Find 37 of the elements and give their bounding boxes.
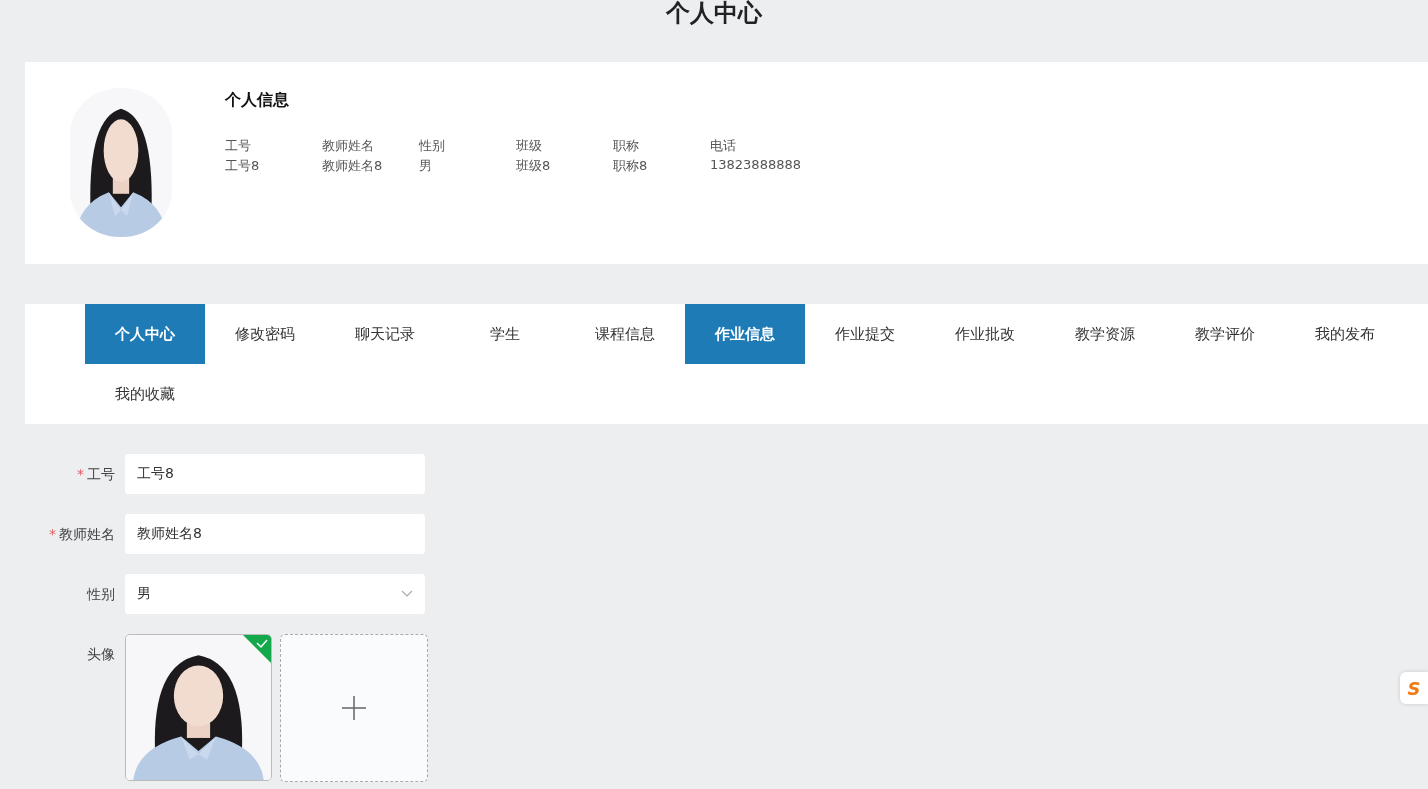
check-icon — [243, 635, 271, 663]
chevron-down-icon — [401, 590, 413, 598]
plus-icon — [342, 696, 366, 720]
form-label: 头像 — [86, 645, 115, 664]
section-heading: 个人信息 — [225, 90, 290, 111]
nav-tab[interactable]: 学生 — [445, 304, 565, 364]
nav-tab[interactable]: 作业提交 — [805, 304, 925, 364]
nav-tab[interactable]: 作业信息 — [685, 304, 805, 364]
nav-tab[interactable]: 个人中心 — [85, 304, 205, 364]
upload-button[interactable] — [280, 634, 428, 782]
nav-tab[interactable]: 课程信息 — [565, 304, 685, 364]
form-label: 性别 — [85, 585, 115, 604]
nav-tab[interactable]: 我的收藏 — [85, 364, 205, 424]
field-label: 职称 — [613, 137, 640, 155]
nav-tab[interactable]: 教学评价 — [1165, 304, 1285, 364]
page-title: 个人中心 — [666, 0, 762, 26]
form-label: * 工号 — [76, 465, 115, 484]
field-label: 电话 — [710, 137, 737, 155]
text-field[interactable]: 教师姓名8 — [125, 514, 425, 554]
field-label: 工号 — [225, 137, 252, 155]
field-value: 13823888888 — [710, 157, 802, 172]
field-label: 性别 — [419, 137, 446, 155]
select-field[interactable]: 男 — [125, 574, 425, 614]
text-field[interactable]: 工号8 — [125, 454, 425, 494]
nav-tab[interactable]: 我的发布 — [1285, 304, 1405, 364]
field-value: 男 — [419, 157, 433, 175]
field-value: 职称8 — [613, 157, 649, 175]
nav-tab[interactable]: 修改密码 — [205, 304, 325, 364]
field-value: 工号8 — [225, 157, 261, 175]
field-label: 班级 — [516, 137, 543, 155]
nav-tab[interactable]: 教学资源 — [1045, 304, 1165, 364]
field-value: 班级8 — [516, 157, 552, 175]
field-value: 教师姓名8 — [322, 157, 384, 175]
form-label: * 教师姓名 — [48, 525, 115, 544]
nav-tab[interactable]: 聊天记录 — [325, 304, 445, 364]
nav-tab[interactable]: 作业批改 — [925, 304, 1045, 364]
field-label: 教师姓名 — [322, 137, 375, 155]
